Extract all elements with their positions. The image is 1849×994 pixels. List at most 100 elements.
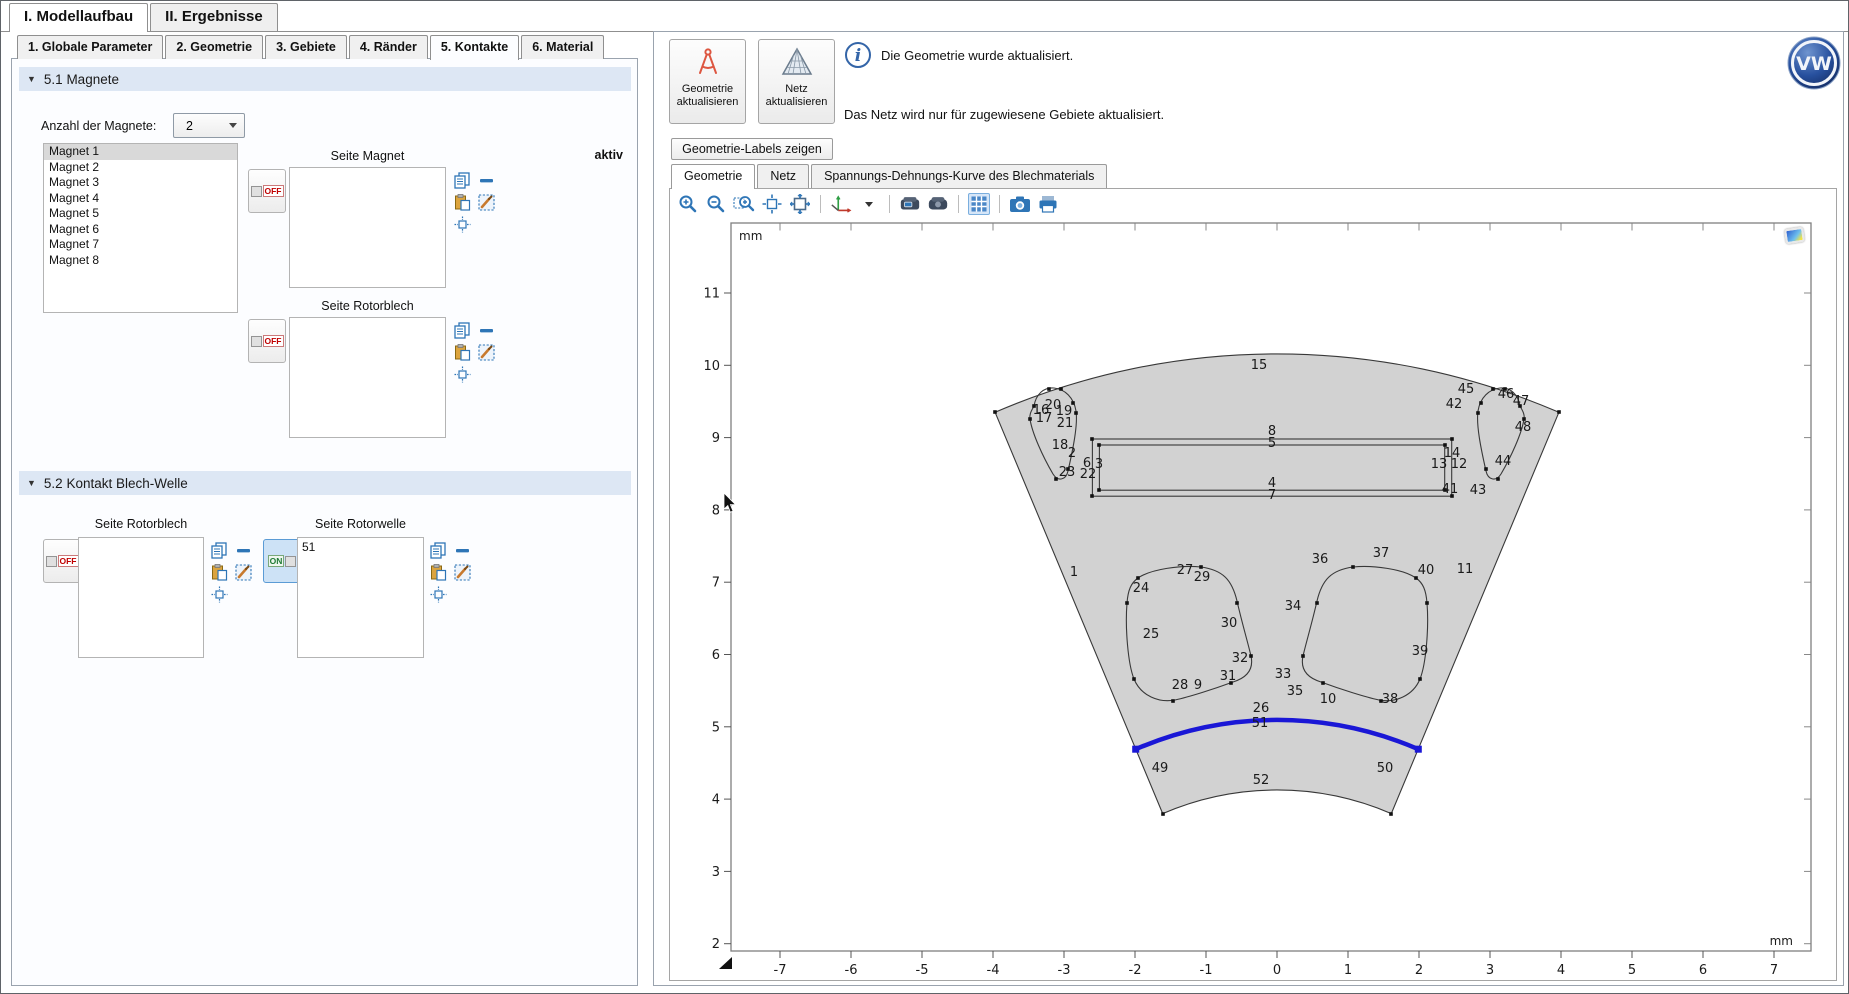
zoom-to-selection-icon[interactable] <box>453 215 471 233</box>
copy-selection-icon[interactable] <box>429 541 447 559</box>
clear-selection-icon[interactable] <box>477 193 495 211</box>
zoom-selected-icon[interactable] <box>761 193 783 215</box>
vertex-dot <box>1301 654 1305 658</box>
magnet-list-item[interactable]: Magnet 2 <box>44 160 237 176</box>
toggle-knob <box>251 336 262 347</box>
main-tab-bar: I. ModellaufbauII. Ergebnisse <box>9 3 280 32</box>
graphtab-geometrie[interactable]: Geometrie <box>671 164 755 189</box>
y-tick-label: 7 <box>712 576 720 591</box>
edge-label: 43 <box>1470 483 1487 498</box>
zoom-extents-icon[interactable] <box>789 193 811 215</box>
seite-magnet-selection-box[interactable] <box>289 167 446 288</box>
geometrie-labels-button[interactable]: Geometrie-Labels zeigen <box>671 138 833 160</box>
toggle-on-label: ON <box>268 555 285 567</box>
subtab-2-geometrie[interactable]: 2. Geometrie <box>165 35 263 59</box>
caret-icon[interactable] <box>858 193 880 215</box>
edge-label: 44 <box>1495 454 1512 469</box>
subtab-1-globale-parameter[interactable]: 1. Globale Parameter <box>17 35 163 59</box>
collapse-triangle-icon: ▼ <box>27 74 36 84</box>
edge-label: 21 <box>1057 416 1074 431</box>
paste-selection-icon[interactable] <box>453 343 471 361</box>
selection-entry[interactable]: 51 <box>302 540 419 554</box>
remove-selection-icon[interactable] <box>477 171 495 189</box>
subtab-5-kontakte[interactable]: 5. Kontakte <box>430 35 519 60</box>
vertex-dot <box>1450 437 1454 441</box>
rotorblech-selection-tools <box>453 321 497 383</box>
paste-selection-icon[interactable] <box>210 563 228 581</box>
magnet-list-item[interactable]: Magnet 5 <box>44 206 237 222</box>
subtab-3-gebiete[interactable]: 3. Gebiete <box>265 35 347 59</box>
section-header-kontakt[interactable]: ▼ 5.2 Kontakt Blech-Welle <box>19 471 631 495</box>
animation-export-icon[interactable] <box>927 193 949 215</box>
magnet-list-item[interactable]: Magnet 7 <box>44 237 237 253</box>
zoom-to-selection-icon[interactable] <box>210 585 228 603</box>
edge-label: 5 <box>1268 436 1276 451</box>
vertex-dot <box>1090 494 1094 498</box>
paste-selection-icon[interactable] <box>429 563 447 581</box>
magnet-side-toggle-off[interactable]: OFF <box>248 169 286 213</box>
zoom-to-selection-icon[interactable] <box>453 365 471 383</box>
clear-selection-icon[interactable] <box>234 563 252 581</box>
print-icon[interactable] <box>1037 193 1059 215</box>
copy-selection-icon[interactable] <box>210 541 228 559</box>
paste-selection-icon[interactable] <box>453 193 471 211</box>
kontakt-rotorblech-toggle-off[interactable]: OFF <box>43 539 81 583</box>
rotorblech-side-toggle-off[interactable]: OFF <box>248 319 286 363</box>
x-tick-label: -2 <box>1129 963 1142 978</box>
copy-selection-icon[interactable] <box>453 171 471 189</box>
remove-selection-icon[interactable] <box>453 541 471 559</box>
subtab-6-material[interactable]: 6. Material <box>521 35 604 59</box>
magnet-list-item[interactable]: Magnet 1 <box>44 144 237 160</box>
magnet-list-item[interactable]: Magnet 6 <box>44 222 237 238</box>
subtab-4-ränder[interactable]: 4. Ränder <box>349 35 428 59</box>
zoom-box-icon[interactable] <box>733 193 755 215</box>
grid-icon[interactable] <box>968 193 990 215</box>
geometrie-aktualisieren-button[interactable]: Geometrie aktualisieren <box>669 39 746 124</box>
y-tick-label: 8 <box>712 503 720 518</box>
edge-label: 2 <box>1068 446 1076 461</box>
vertex-dot <box>1496 477 1500 481</box>
info-icon: i <box>844 41 872 69</box>
zoom-in-icon[interactable] <box>677 193 699 215</box>
plot-svg[interactable]: -7-6-5-4-3-2-101234567234567891011mmmm15… <box>691 217 1836 992</box>
seite-rotorblech-selection-box[interactable] <box>289 317 446 438</box>
toggle-off-label: OFF <box>263 185 284 197</box>
vertex-dot <box>1097 488 1101 492</box>
y-tick-label: 10 <box>703 359 720 374</box>
tab-i-modellaufbau[interactable]: I. Modellaufbau <box>9 3 148 32</box>
anzahl-dropdown[interactable]: 2 <box>173 113 245 138</box>
view-axis-icon[interactable] <box>830 193 852 215</box>
vertex-dot <box>1235 601 1239 605</box>
snapshot-icon[interactable] <box>1009 193 1031 215</box>
edge-label: 32 <box>1232 651 1249 666</box>
magnet-list-item[interactable]: Magnet 3 <box>44 175 237 191</box>
section-header-magnete[interactable]: ▼ 5.1 Magnete <box>19 67 631 91</box>
plot-window-icon[interactable] <box>1784 227 1805 244</box>
magnet-list-item[interactable]: Magnet 8 <box>44 253 237 269</box>
graphtab-netz[interactable]: Netz <box>757 164 809 188</box>
vertex-dot <box>1249 654 1253 658</box>
kontakt-rotorblech-selection-box[interactable] <box>78 537 204 658</box>
vertex-dot <box>1315 601 1319 605</box>
magnet-list-item[interactable]: Magnet 4 <box>44 191 237 207</box>
copy-selection-icon[interactable] <box>453 321 471 339</box>
remove-selection-icon[interactable] <box>477 321 495 339</box>
edge-label: 10 <box>1320 692 1337 707</box>
zoom-out-icon[interactable] <box>705 193 727 215</box>
clear-selection-icon[interactable] <box>453 563 471 581</box>
toggle-knob <box>46 556 57 567</box>
netz-aktualisieren-button[interactable]: Netz aktualisieren <box>758 39 835 124</box>
tab-ii-ergebnisse[interactable]: II. Ergebnisse <box>150 3 278 31</box>
vertex-dot <box>1425 601 1429 605</box>
graphtab-spannungs-dehnungs-kurve-des-blechmaterials[interactable]: Spannungs-Dehnungs-Kurve des Blechmateri… <box>811 164 1107 188</box>
image-export-icon[interactable] <box>899 193 921 215</box>
vertex-dot <box>1491 387 1495 391</box>
remove-selection-icon[interactable] <box>234 541 252 559</box>
y-tick-label: 9 <box>712 431 720 446</box>
zoom-to-selection-icon[interactable] <box>429 585 447 603</box>
kontakt-rotorwelle-selection-box[interactable]: 51 <box>297 537 424 658</box>
kontakt-rotorwelle-toggle-on[interactable]: ON <box>263 539 301 583</box>
edge-label: 1 <box>1070 565 1078 580</box>
magnet-list[interactable]: Magnet 1Magnet 2Magnet 3Magnet 4Magnet 5… <box>43 143 238 313</box>
clear-selection-icon[interactable] <box>477 343 495 361</box>
